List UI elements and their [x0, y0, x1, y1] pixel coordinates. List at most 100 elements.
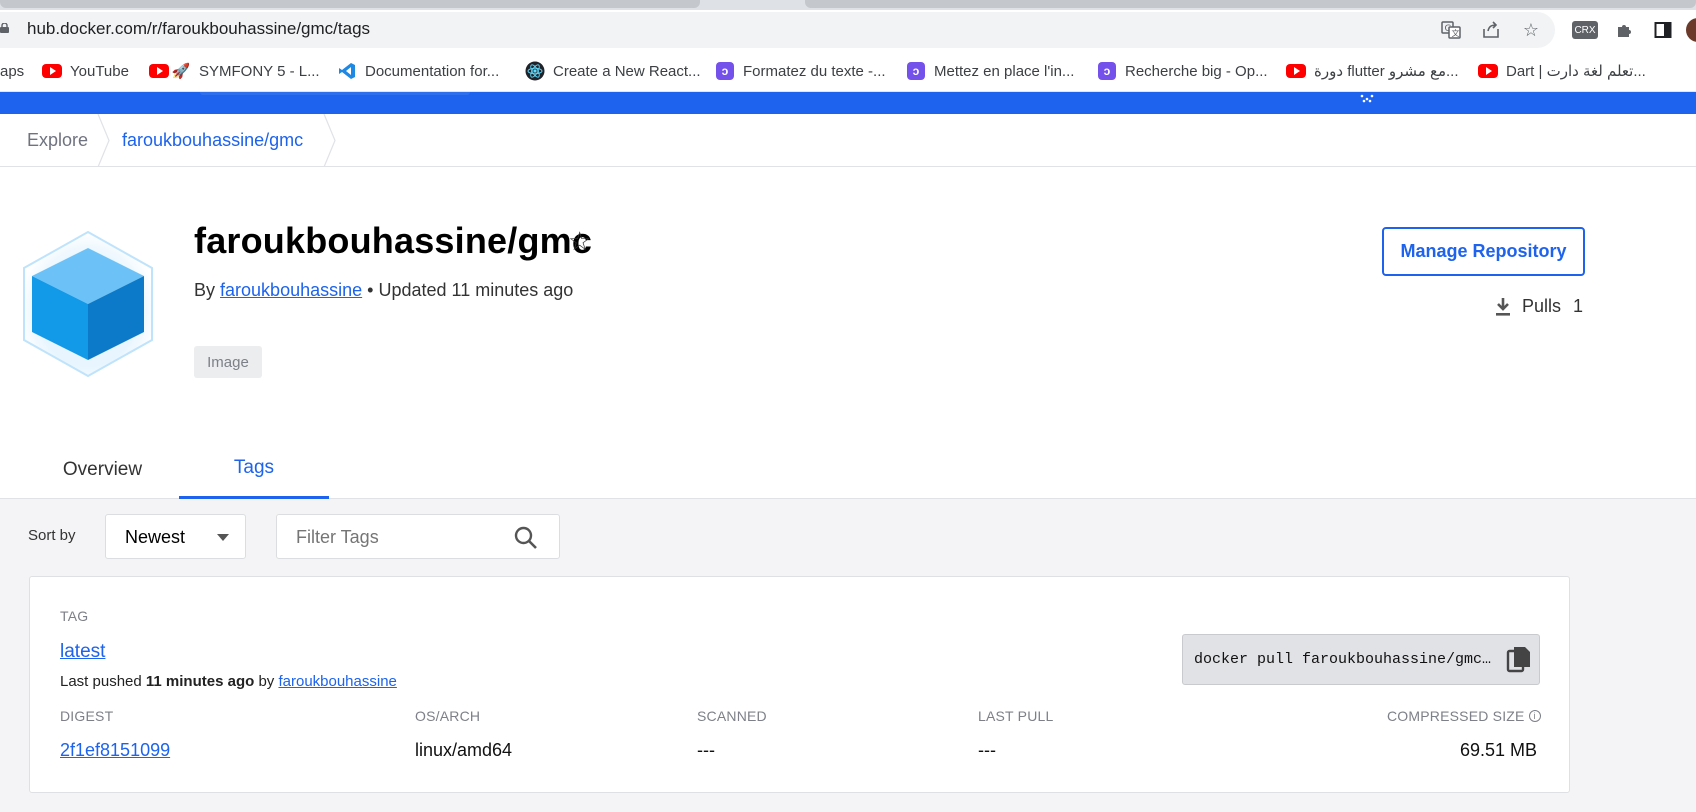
- repo-owner-link[interactable]: faroukbouhassine: [220, 280, 362, 300]
- bookmark-star-icon[interactable]: ☆: [1520, 19, 1542, 41]
- dots-icon[interactable]: [1358, 92, 1376, 104]
- vscode-icon: [337, 63, 357, 79]
- info-icon[interactable]: i: [1528, 710, 1541, 722]
- image-badge: Image: [194, 346, 262, 378]
- youtube-icon: [149, 63, 169, 79]
- tag-column-header: TAG: [60, 608, 89, 624]
- repo-tabs: Overview Tags: [0, 440, 1696, 499]
- repo-cube-icon: [23, 230, 153, 378]
- copy-icon[interactable]: [1506, 646, 1532, 674]
- sort-value: Newest: [125, 527, 186, 547]
- sort-label: Sort by: [28, 527, 76, 544]
- byline-prefix: By: [194, 280, 216, 300]
- browser-tab-strip: [0, 0, 1696, 10]
- scanned-value: ---: [697, 740, 715, 760]
- side-panel-icon[interactable]: [1652, 19, 1674, 41]
- bookmark-label: دورة flutter مع مشرو...: [1314, 63, 1459, 80]
- sort-select[interactable]: Newest: [105, 514, 246, 559]
- openclassrooms-icon: ↄ: [715, 62, 735, 80]
- tab-overview[interactable]: Overview: [50, 440, 155, 499]
- bookmark-item[interactable]: Create a New React...: [525, 60, 701, 82]
- filter-tags-field[interactable]: [276, 514, 560, 559]
- os-arch-header: OS/ARCH: [415, 708, 481, 724]
- bookmark-item[interactable]: YouTube: [42, 60, 129, 82]
- pushed-user-link[interactable]: faroukbouhassine: [278, 673, 396, 690]
- bookmark-label: Create a New React...: [553, 62, 701, 80]
- digest-header: DIGEST: [60, 708, 114, 724]
- openclassrooms-icon: ↄ: [906, 62, 926, 80]
- last-pull-header: LAST PULL: [978, 708, 1054, 724]
- pushed-prefix: Last pushed: [60, 673, 142, 690]
- browser-tab[interactable]: [0, 0, 700, 8]
- bookmark-label: Formatez du texte -...: [743, 62, 886, 80]
- bookmark-label: Dart | تعلم لغة دارت...: [1506, 63, 1646, 80]
- manage-repository-button[interactable]: Manage Repository: [1382, 227, 1585, 276]
- bookmark-item[interactable]: 🚀 SYMFONY 5 - L...: [149, 60, 320, 82]
- repo-byline: By faroukbouhassine • Updated 11 minutes…: [194, 280, 573, 301]
- tag-card: TAG latest Last pushed 11 minutes ago by…: [29, 576, 1570, 793]
- site-search-edge[interactable]: [200, 92, 470, 95]
- pulls-label: Pulls: [1522, 296, 1562, 316]
- repo-updated: • Updated 11 minutes ago: [367, 280, 574, 300]
- last-pushed: Last pushed 11 minutes ago by faroukbouh…: [60, 673, 397, 690]
- digest-link[interactable]: 2f1ef8151099: [60, 740, 170, 761]
- bookmark-label: Documentation for...: [365, 62, 500, 80]
- last-pull-value: ---: [978, 740, 996, 760]
- bookmark-item[interactable]: دورة flutter مع مشرو...: [1286, 60, 1459, 82]
- breadcrumb-separator-icon: [323, 114, 336, 167]
- url-text[interactable]: hub.docker.com/r/faroukbouhassine/gmc/ta…: [27, 19, 370, 39]
- breadcrumb-repo[interactable]: faroukbouhassine/gmc: [122, 130, 303, 151]
- bookmark-item[interactable]: ↄ Recherche big - Op...: [1097, 60, 1268, 82]
- pulls-count: Pulls 1: [1494, 296, 1583, 317]
- bookmark-item[interactable]: ↄ Formatez du texte -...: [715, 60, 886, 82]
- bookmark-label: YouTube: [70, 62, 129, 80]
- breadcrumb: Explore faroukbouhassine/gmc: [0, 114, 1696, 167]
- extensions-puzzle-icon[interactable]: [1614, 19, 1636, 41]
- bookmark-item[interactable]: Dart | تعلم لغة دارت...: [1478, 60, 1646, 82]
- youtube-icon: [42, 63, 62, 79]
- rocket-icon: 🚀: [171, 63, 191, 80]
- pushed-by: by: [258, 673, 275, 690]
- bookmark-item[interactable]: ↄ Mettez en place l'in...: [906, 60, 1074, 82]
- svg-text:文: 文: [1452, 28, 1460, 38]
- pull-command-box[interactable]: docker pull faroukbouhassine/gmc:latest: [1182, 634, 1540, 685]
- share-icon[interactable]: [1480, 19, 1502, 41]
- pushed-time: 11 minutes ago: [145, 673, 255, 690]
- youtube-icon: [1286, 63, 1306, 79]
- compressed-size-value: 69.51 MB: [1460, 740, 1538, 760]
- tag-name-link[interactable]: latest: [60, 641, 105, 663]
- compressed-size-label: COMPRESSED SIZE: [1387, 708, 1525, 724]
- openclassrooms-icon: ↄ: [1097, 62, 1117, 80]
- browser-tab[interactable]: [805, 0, 1696, 8]
- bookmark-label: Mettez en place l'in...: [934, 62, 1075, 80]
- chevron-down-icon: [217, 534, 229, 541]
- repo-title: faroukbouhassine/gmc: [194, 220, 593, 261]
- scanned-header: SCANNED: [697, 708, 767, 724]
- address-bar-actions: G文 ☆ CRX: [1440, 18, 1696, 42]
- bookmark-label: SYMFONY 5 - L...: [199, 62, 320, 80]
- bookmarks-bar: aps YouTube 🚀 SYMFONY 5 - L... Documentat…: [0, 50, 1696, 92]
- pulls-value: 1: [1573, 296, 1584, 316]
- bookmark-item[interactable]: aps: [0, 60, 24, 82]
- profile-avatar[interactable]: [1686, 18, 1696, 42]
- site-header: [0, 92, 1696, 114]
- pull-command-text[interactable]: docker pull faroukbouhassine/gmc:latest: [1194, 651, 1499, 668]
- search-icon[interactable]: [513, 525, 539, 551]
- address-bar-row: hub.docker.com/r/faroukbouhassine/gmc/ta…: [0, 10, 1696, 50]
- star-icon[interactable]: ☆: [568, 226, 591, 257]
- bookmark-label: aps: [0, 62, 25, 80]
- youtube-icon: [1478, 63, 1498, 79]
- lock-icon[interactable]: [0, 23, 9, 33]
- os-arch-value: linux/amd64: [415, 740, 513, 760]
- filter-tags-input[interactable]: [296, 525, 496, 549]
- crx-extension-icon[interactable]: CRX: [1572, 21, 1598, 39]
- tab-tags[interactable]: Tags: [179, 440, 329, 499]
- bookmark-label: Recherche big - Op...: [1125, 62, 1268, 80]
- compressed-size-header: COMPRESSED SIZE i: [1387, 708, 1541, 724]
- translate-icon[interactable]: G文: [1440, 19, 1462, 41]
- breadcrumb-separator-icon: [97, 114, 110, 167]
- download-icon: [1496, 297, 1510, 316]
- react-icon: [525, 61, 545, 81]
- bookmark-item[interactable]: Documentation for...: [337, 60, 499, 82]
- breadcrumb-explore[interactable]: Explore: [27, 130, 88, 151]
